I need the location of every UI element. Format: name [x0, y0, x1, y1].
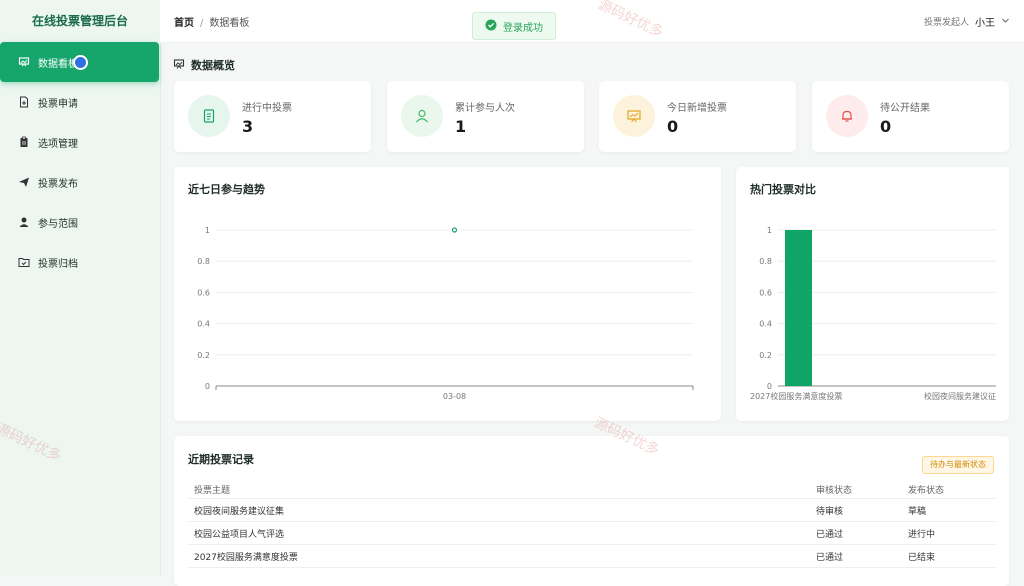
- cell-review-status: 已通过: [816, 552, 844, 563]
- sidebar-item-publish[interactable]: 投票发布: [0, 162, 160, 202]
- breadcrumb-home[interactable]: 首页: [174, 18, 194, 29]
- sidebar-item-label: 投票发布: [38, 178, 78, 190]
- app-title: 在线投票管理后台: [31, 14, 128, 28]
- y-tick-label: 0: [205, 382, 210, 391]
- sidebar-item-apply[interactable]: 投票申请: [0, 82, 160, 122]
- trend-chart: 0 0.2 0.4 0.6 0.8 1 03-08: [197, 226, 694, 401]
- stat-card-new-today: 今日新增投票 0: [599, 81, 796, 152]
- chevron-down-icon: [1001, 16, 1010, 28]
- cell-topic: 校园夜间服务建议征集: [194, 506, 285, 517]
- column-header: 发布状态: [908, 485, 945, 496]
- presentation-icon: [173, 58, 185, 73]
- y-tick-label: 0.6: [759, 288, 772, 297]
- cell-publish-status: 草稿: [908, 506, 927, 517]
- sidebar-item-archive[interactable]: 投票归档: [0, 242, 160, 282]
- user-icon: [18, 216, 30, 228]
- y-tick-label: 0.2: [197, 351, 210, 360]
- breadcrumb-current: 数据看板: [209, 18, 250, 29]
- y-tick-label: 1: [205, 226, 210, 235]
- success-toast: 登录成功: [472, 12, 556, 40]
- bell-icon: [826, 95, 868, 137]
- check-circle-icon: [485, 19, 497, 34]
- cell-publish-status: 进行中: [908, 529, 936, 540]
- stat-label: 进行中投票: [242, 103, 292, 114]
- bar: [785, 230, 812, 386]
- breadcrumb-separator: /: [200, 18, 204, 29]
- stat-label: 累计参与人次: [455, 103, 515, 114]
- column-header: 审核状态: [816, 485, 853, 496]
- x-tick-label: 校园夜间服务建议征: [924, 391, 996, 401]
- status-badge: 待办与最新状态: [922, 456, 994, 474]
- presentation-icon: [613, 95, 655, 137]
- toast-message: 登录成功: [503, 22, 543, 34]
- stat-card-active-votes: 进行中投票 3: [174, 81, 371, 152]
- sidebar-item-label: 选项管理: [38, 138, 78, 150]
- cell-publish-status: 已结束: [908, 552, 936, 563]
- stat-value: 0: [880, 117, 892, 136]
- stat-value: 1: [455, 117, 467, 136]
- y-tick-label: 0: [767, 382, 772, 391]
- sidebar-nav: 数据看板 投票申请 选项管理 投票发布 参与范围 投票归档: [0, 42, 160, 282]
- cell-topic: 校园公益项目人气评选: [194, 529, 285, 540]
- table-header: 投票主题 审核状态 发布状态: [188, 480, 996, 499]
- y-tick-label: 0.4: [759, 320, 772, 329]
- presentation-icon: [18, 56, 30, 68]
- sidebar-item-label: 参与范围: [38, 218, 78, 230]
- compare-chart: 0 0.2 0.4 0.6 0.8 1 2027校园服务满意度投票 校园夜间服务建议征: [750, 226, 996, 401]
- sidebar-item-label: 投票归档: [38, 258, 78, 270]
- breadcrumb: 首页 / 数据看板: [174, 14, 249, 29]
- sidebar: 在线投票管理后台 数据看板 投票申请 选项管理 投票发布 参与范围 投票归档: [0, 0, 161, 576]
- folder-check-icon: [18, 256, 30, 268]
- data-point: [451, 227, 458, 233]
- x-tick-label: 2027校园服务满意度投票: [750, 391, 842, 401]
- top-header: 首页 / 数据看板 登录成功 投票发起人 小王: [160, 0, 1024, 43]
- cursor-dot-icon: [73, 55, 88, 70]
- user-name: 小王: [975, 18, 995, 29]
- table-row[interactable]: 校园公益项目人气评选 已通过 进行中: [188, 522, 996, 545]
- compare-chart-card: 热门投票对比 0 0.2 0.4 0.6 0.8 1 2027校园服务满意度投票 校园夜间服务…: [736, 167, 1009, 421]
- y-tick-label: 0.4: [197, 320, 210, 329]
- stat-label: 待公开结果: [880, 103, 930, 114]
- column-header: 投票主题: [194, 485, 231, 496]
- user-role: 投票发起人: [923, 18, 969, 28]
- records-table: 投票主题 审核状态 发布状态 校园夜间服务建议征集 待审核 草稿 校园公益项目人…: [188, 480, 996, 568]
- user-menu[interactable]: 投票发起人 小王: [924, 14, 1010, 29]
- sidebar-item-dashboard[interactable]: 数据看板: [0, 42, 159, 82]
- table-row[interactable]: 校园夜间服务建议征集 待审核 草稿: [188, 499, 996, 522]
- overview-title: 数据概览: [173, 57, 235, 73]
- user-icon: [401, 95, 443, 137]
- sidebar-item-options[interactable]: 选项管理: [0, 122, 160, 162]
- records-title: 近期投票记录: [188, 453, 254, 466]
- clipboard-icon: [18, 136, 30, 148]
- y-tick-label: 0.2: [759, 351, 772, 360]
- sidebar-item-scope[interactable]: 参与范围: [0, 202, 160, 242]
- stat-card-participants: 累计参与人次 1: [387, 81, 584, 152]
- cell-review-status: 待审核: [816, 506, 844, 517]
- y-tick-label: 1: [767, 226, 772, 235]
- cell-review-status: 已通过: [816, 529, 844, 540]
- table-row[interactable]: 2027校园服务满意度投票 已通过 已结束: [188, 545, 996, 568]
- sidebar-item-label: 投票申请: [38, 98, 78, 110]
- trend-chart-card: 近七日参与趋势 0 0.2 0.4 0.6 0.8 1 03-08: [174, 167, 721, 421]
- y-tick-label: 0.6: [197, 288, 210, 297]
- overview-title-text: 数据概览: [191, 59, 235, 72]
- sidebar-item-label: 数据看板: [38, 58, 78, 70]
- stat-value: 0: [667, 117, 679, 136]
- document-icon: [188, 95, 230, 137]
- y-tick-label: 0.8: [197, 257, 210, 266]
- send-icon: [18, 176, 30, 188]
- stat-card-pending-results: 待公开结果 0: [812, 81, 1009, 152]
- x-tick-label: 03-08: [443, 392, 466, 401]
- stat-label: 今日新增投票: [667, 103, 727, 114]
- y-tick-label: 0.8: [759, 257, 772, 266]
- cell-topic: 2027校园服务满意度投票: [194, 552, 298, 563]
- stat-value: 3: [242, 117, 254, 136]
- file-add-icon: [18, 96, 30, 108]
